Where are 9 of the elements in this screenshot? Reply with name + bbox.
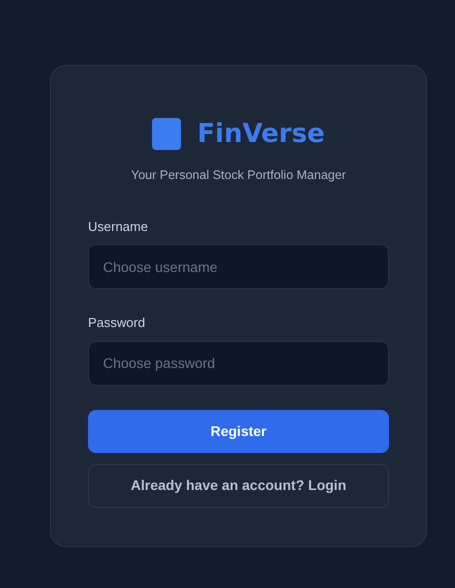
field-label: Password — [88, 314, 146, 332]
field-label: Username — [88, 218, 149, 236]
login-button[interactable]: Already have an account? Login — [88, 464, 389, 508]
register-button[interactable]: Register — [88, 410, 389, 453]
tagline: Your Personal Stock Portfolio Manager — [130, 167, 347, 184]
input-field[interactable]: Choose password — [88, 340, 389, 386]
brand-name: FinVerse — [197, 121, 325, 147]
input-field[interactable]: Choose username — [88, 244, 389, 290]
logo-icon — [152, 118, 182, 150]
